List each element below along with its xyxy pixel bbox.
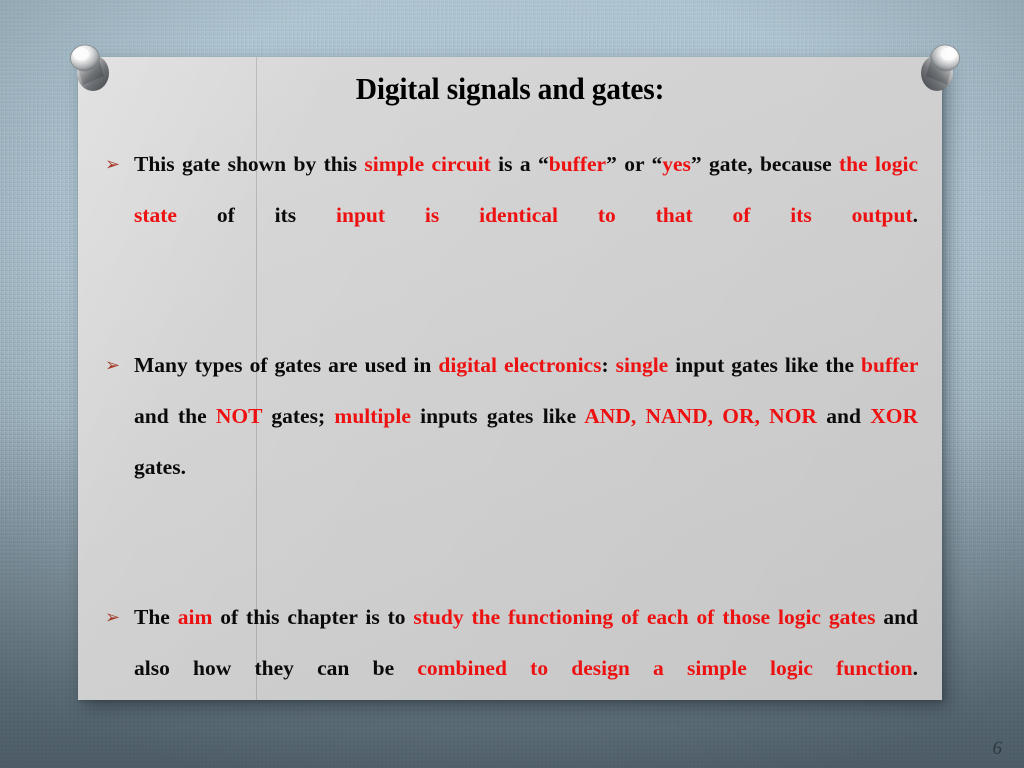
highlighted-text: multiple [334,404,411,428]
highlighted-text: NOT [215,404,263,428]
body-text: ” gate, because [690,152,839,176]
list-item: ➢ This gate shown by this simple circuit… [100,139,918,292]
highlighted-text: digital electronics [438,353,602,377]
highlighted-text: simple circuit [364,152,491,176]
body-text: input gates like the [668,353,862,377]
body-text: This gate shown by this [134,152,365,176]
highlighted-text: single [615,353,669,377]
highlighted-text: AND, NAND, OR, NOR [584,404,817,428]
highlighted-text: buffer [548,152,607,176]
body-text: inputs gates like [410,404,585,428]
highlighted-text: study the functioning of each of those l… [413,605,876,629]
highlighted-text: aim [177,605,213,629]
body-text: and [816,404,871,428]
body-text: . [912,203,918,227]
body-text: Many types of gates are used in [134,353,439,377]
bullet-list: ➢ This gate shown by this simple circuit… [100,139,918,745]
body-text: is a “ [490,152,549,176]
arrow-bullet-icon: ➢ [105,607,121,628]
arrow-bullet-icon: ➢ [105,154,121,175]
body-text: gates; [262,404,335,428]
bullet-3-text: The aim of this chapter is to study the … [134,592,918,745]
arrow-bullet-icon: ➢ [105,355,121,376]
bullet-2-text: Many types of gates are used in digital … [134,340,918,544]
slide-panel: Digital signals and gates: ➢ This gate s… [78,57,942,700]
body-text: . [912,656,919,680]
page-number: 6 [992,738,1003,759]
panel-content: Digital signals and gates: ➢ This gate s… [78,57,942,700]
list-item: ➢ The aim of this chapter is to study th… [100,592,918,745]
slide-canvas: Digital signals and gates: ➢ This gate s… [0,0,1024,768]
bullet-1-text: This gate shown by this simple circuit i… [134,139,918,292]
list-item: ➢ Many types of gates are used in digita… [100,340,918,544]
body-text: The [134,605,178,629]
body-text: of its [176,203,337,227]
page-title: Digital signals and gates: [355,71,665,106]
highlighted-text: yes [662,152,691,176]
highlighted-text: input is identical to that of its output [336,203,913,227]
body-text: and the [134,404,216,428]
highlighted-text: combined to design a simple logic functi… [417,656,913,680]
body-text: ” or “ [606,152,663,176]
highlighted-text: XOR [870,404,918,428]
body-text: gates. [134,455,186,479]
highlighted-text: buffer [861,353,918,377]
body-text: : [601,353,616,377]
body-text: of this chapter is to [212,605,414,629]
